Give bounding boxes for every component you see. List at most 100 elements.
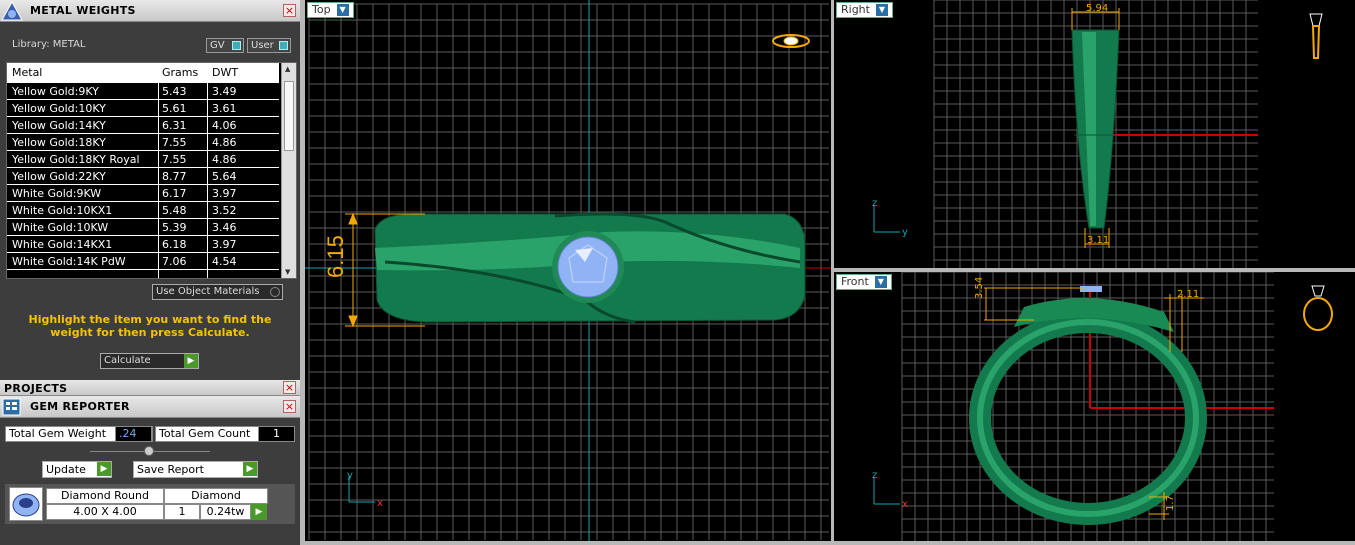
table-row[interactable]: Yellow Gold:18KY Royal 7.55 4.86 bbox=[7, 152, 279, 168]
projects-close-button[interactable]: × bbox=[283, 381, 296, 394]
gem-shape: Diamond Round bbox=[46, 488, 164, 504]
column-header-dwt[interactable]: DWT bbox=[212, 66, 238, 79]
metal-name-cell: Yellow Gold:9KY bbox=[12, 85, 99, 98]
table-row[interactable]: Yellow Gold:22KY 8.77 5.64 bbox=[7, 169, 279, 185]
dwt-cell: 3.52 bbox=[212, 204, 237, 217]
calculate-button[interactable]: Calculate ▶ bbox=[100, 353, 199, 369]
gem-go-button[interactable]: ▶ bbox=[251, 504, 267, 520]
metal-weights-icon bbox=[1, 0, 23, 21]
update-button[interactable]: Update ▶ bbox=[42, 461, 112, 478]
scroll-down-icon[interactable]: ▼ bbox=[285, 268, 290, 276]
axis-indicator: z y bbox=[872, 198, 908, 238]
user-toggle[interactable]: User bbox=[247, 38, 291, 53]
right-viewport-tab[interactable]: Right ▼ bbox=[836, 2, 893, 18]
metal-weights-table: Metal Grams DWT Yellow Gold:9KY 5.43 3.49 Y… bbox=[6, 62, 297, 279]
metal-weights-titlebar[interactable]: METAL WEIGHTS × bbox=[0, 0, 300, 22]
gem-weight: 0.24tw bbox=[200, 504, 251, 520]
total-gem-weight-label: Total Gem Weight bbox=[9, 427, 107, 440]
table-row[interactable]: Yellow Gold:10KY 5.61 3.61 bbox=[7, 101, 279, 117]
play-icon: ▶ bbox=[251, 504, 267, 520]
svg-text:y: y bbox=[902, 227, 908, 238]
table-row[interactable]: Yellow Gold:9KY 5.43 3.49 bbox=[7, 84, 279, 100]
scroll-up-icon[interactable]: ▲ bbox=[285, 65, 290, 73]
calculate-label: Calculate bbox=[104, 355, 151, 366]
top-viewport-canvas[interactable]: 6.15 y x bbox=[305, 0, 831, 541]
gv-toggle[interactable]: GV bbox=[206, 38, 244, 53]
table-row[interactable]: White Gold:10KX1 5.48 3.52 bbox=[7, 203, 279, 219]
top-viewport-label: Top bbox=[312, 3, 331, 16]
metal-name-cell: White Gold:14K PdW bbox=[12, 255, 126, 268]
grams-cell: 7.55 bbox=[162, 153, 187, 166]
column-header-metal[interactable]: Metal bbox=[12, 66, 42, 79]
dimension-label-top: 5.94 bbox=[1086, 3, 1108, 14]
top-viewport[interactable]: 6.15 y x Top ▼ bbox=[305, 0, 831, 541]
gem-size: 4.00 X 4.00 bbox=[46, 504, 164, 520]
table-row[interactable]: White Gold:9KW 6.17 3.97 bbox=[7, 186, 279, 202]
dwt-cell: 3.49 bbox=[212, 85, 237, 98]
table-scrollbar[interactable]: ▲ ▼ bbox=[281, 63, 296, 278]
ring-side-profile[interactable] bbox=[1071, 29, 1120, 229]
right-viewport[interactable]: 5.94 3.11 z y Right ▼ bbox=[834, 0, 1355, 268]
metal-name-cell: Yellow Gold:18KY Royal bbox=[12, 153, 140, 166]
metal-name-cell: White Gold:9KW bbox=[12, 187, 102, 200]
gv-toggle-label: GV bbox=[210, 40, 225, 51]
table-row[interactable]: White Gold:14K PdW 7.06 4.54 bbox=[7, 254, 279, 270]
gem-reporter-titlebar[interactable]: GEM REPORTER × bbox=[0, 396, 300, 418]
grams-cell: 5.48 bbox=[162, 204, 187, 217]
metal-name-cell: Yellow Gold:18KY bbox=[12, 136, 106, 149]
grams-cell: 7.55 bbox=[162, 136, 187, 149]
metal-name-cell: Yellow Gold:14KY bbox=[12, 119, 106, 132]
splitter-handle[interactable] bbox=[144, 446, 154, 456]
front-viewport[interactable]: 3.54 2.11 1.7 z x Front ▼ bbox=[834, 272, 1355, 541]
gem-list-item[interactable]: Diamond Round Diamond 4.00 X 4.00 1 0.24… bbox=[5, 484, 295, 524]
projects-title: PROJECTS bbox=[4, 382, 68, 395]
dropdown-icon: ▼ bbox=[336, 4, 349, 16]
front-viewport-tab[interactable]: Front ▼ bbox=[836, 274, 892, 290]
dimension-label-bottom: 3.11 bbox=[1087, 235, 1109, 246]
projects-titlebar[interactable]: PROJECTS × bbox=[0, 380, 300, 396]
gem-reporter-icon bbox=[2, 398, 21, 416]
table-row[interactable]: White Gold:10KW 5.39 3.46 bbox=[7, 220, 279, 236]
use-object-materials-toggle[interactable]: Use Object Materials bbox=[152, 284, 283, 300]
metal-name-cell: White Gold:10KX1 bbox=[12, 204, 113, 217]
dwt-cell: 4.86 bbox=[212, 153, 237, 166]
metal-name-cell: White Gold:10KW bbox=[12, 221, 109, 234]
dwt-cell: 3.46 bbox=[212, 221, 237, 234]
dimension-label-left: 3.54 bbox=[974, 277, 985, 299]
grams-cell: 8.77 bbox=[162, 170, 187, 183]
grams-cell: 7.06 bbox=[162, 255, 187, 268]
gem-reporter-close-button[interactable]: × bbox=[283, 400, 296, 413]
left-panel: METAL WEIGHTS × Library: METAL GV User M… bbox=[0, 0, 300, 545]
dimension-2-11 bbox=[1164, 294, 1204, 352]
grams-cell: 5.61 bbox=[162, 102, 187, 115]
front-viewport-canvas[interactable]: 3.54 2.11 1.7 z x bbox=[834, 272, 1355, 541]
table-row[interactable]: Yellow Gold:14KY 6.31 4.06 bbox=[7, 118, 279, 134]
table-row[interactable]: White Gold:14KX1 6.18 3.97 bbox=[7, 237, 279, 253]
metal-name-cell: Yellow Gold:22KY bbox=[12, 170, 106, 183]
table-row[interactable]: Yellow Gold:18KY 7.55 4.86 bbox=[7, 135, 279, 151]
gem-qty: 1 bbox=[164, 504, 200, 520]
metal-weights-close-button[interactable]: × bbox=[283, 4, 296, 17]
total-gem-count-label: Total Gem Count bbox=[159, 427, 251, 440]
save-report-button[interactable]: Save Report ▶ bbox=[133, 461, 258, 478]
column-header-grams[interactable]: Grams bbox=[162, 66, 198, 79]
play-icon: ▶ bbox=[184, 354, 198, 368]
dwt-cell: 3.97 bbox=[212, 187, 237, 200]
dimension-label-bottom: 1.7 bbox=[1165, 495, 1176, 511]
gem-reporter-title: GEM REPORTER bbox=[30, 400, 130, 413]
svg-text:z: z bbox=[872, 470, 877, 481]
use-object-materials-label: Use Object Materials bbox=[156, 286, 260, 297]
right-viewport-canvas[interactable]: 5.94 3.11 z y bbox=[834, 0, 1355, 268]
total-gem-count-value: 1 bbox=[258, 426, 295, 442]
save-report-label: Save Report bbox=[137, 463, 204, 476]
user-toggle-label: User bbox=[251, 40, 274, 51]
top-viewport-tab[interactable]: Top ▼ bbox=[307, 2, 354, 18]
grams-cell: 5.39 bbox=[162, 221, 187, 234]
update-label: Update bbox=[46, 463, 86, 476]
column-divider bbox=[207, 63, 208, 278]
table-header: Metal Grams DWT bbox=[7, 63, 279, 83]
gem-thumbnail bbox=[9, 487, 43, 521]
diamond-gem[interactable] bbox=[552, 231, 624, 303]
grams-cell: 6.18 bbox=[162, 238, 187, 251]
scroll-thumb[interactable] bbox=[284, 81, 294, 151]
